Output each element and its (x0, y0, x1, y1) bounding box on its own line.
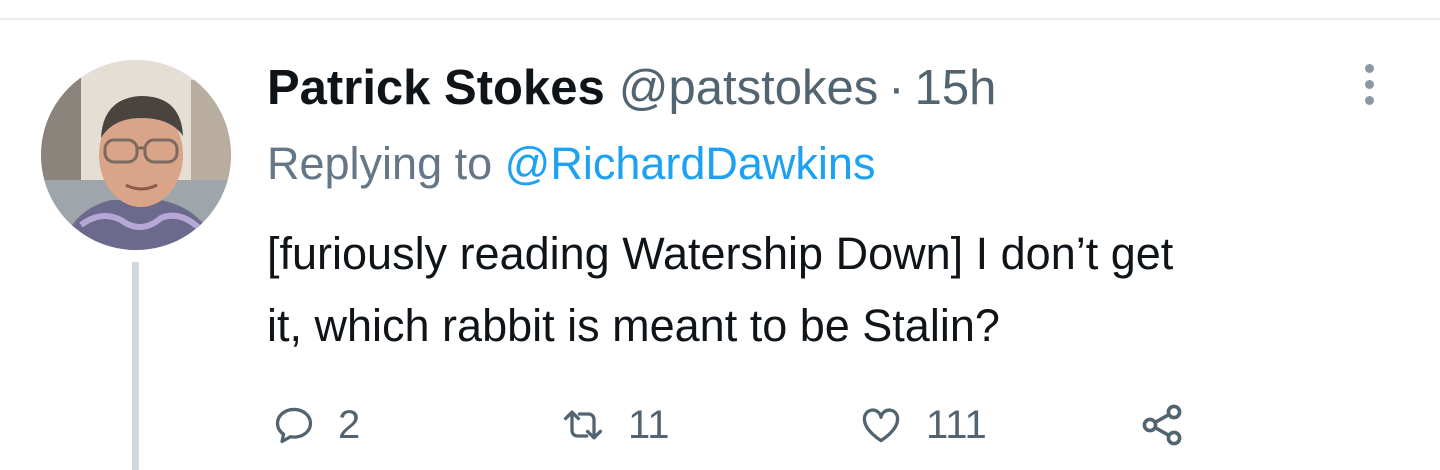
action-bar: 2 11 111 (272, 393, 1272, 457)
vertical-dots-icon (1364, 63, 1374, 73)
thread-line (132, 262, 139, 470)
heart-icon (862, 408, 900, 443)
replying-prefix: Replying to (267, 138, 493, 189)
separator-dot: · (888, 61, 905, 115)
tweet-text-line-1: [furiously reading Watership Down] I don… (267, 228, 1174, 279)
more-options-button[interactable] (1344, 56, 1394, 112)
user-handle[interactable]: @patstokes (619, 56, 878, 120)
like-button[interactable]: 111 (858, 393, 987, 457)
avatar-photo (41, 60, 231, 250)
reply-button[interactable]: 2 (272, 393, 360, 457)
tweet-text-line-2: it, which rabbit is meant to be Stalin? (267, 300, 1000, 351)
tweet-text: [furiously reading Watership Down] I don… (267, 218, 1417, 362)
reply-count: 2 (338, 402, 361, 447)
display-name[interactable]: Patrick Stokes (267, 56, 605, 120)
share-button[interactable] (1138, 393, 1186, 457)
like-count: 111 (926, 402, 987, 447)
retweet-button[interactable]: 11 (560, 393, 670, 457)
avatar[interactable] (41, 60, 231, 250)
retweet-count: 11 (628, 402, 670, 447)
share-nodes-icon (1142, 404, 1182, 446)
mention-link[interactable]: @RichardDawkins (505, 138, 876, 189)
speech-bubble-icon (275, 407, 313, 444)
replying-to-line: Replying to @RichardDawkins (267, 132, 875, 196)
tweet-header: Patrick Stokes @patstokes · 15h (267, 56, 996, 120)
retweet-arrows-icon (563, 410, 603, 440)
timestamp[interactable]: 15h (915, 56, 997, 120)
top-divider (0, 18, 1440, 20)
